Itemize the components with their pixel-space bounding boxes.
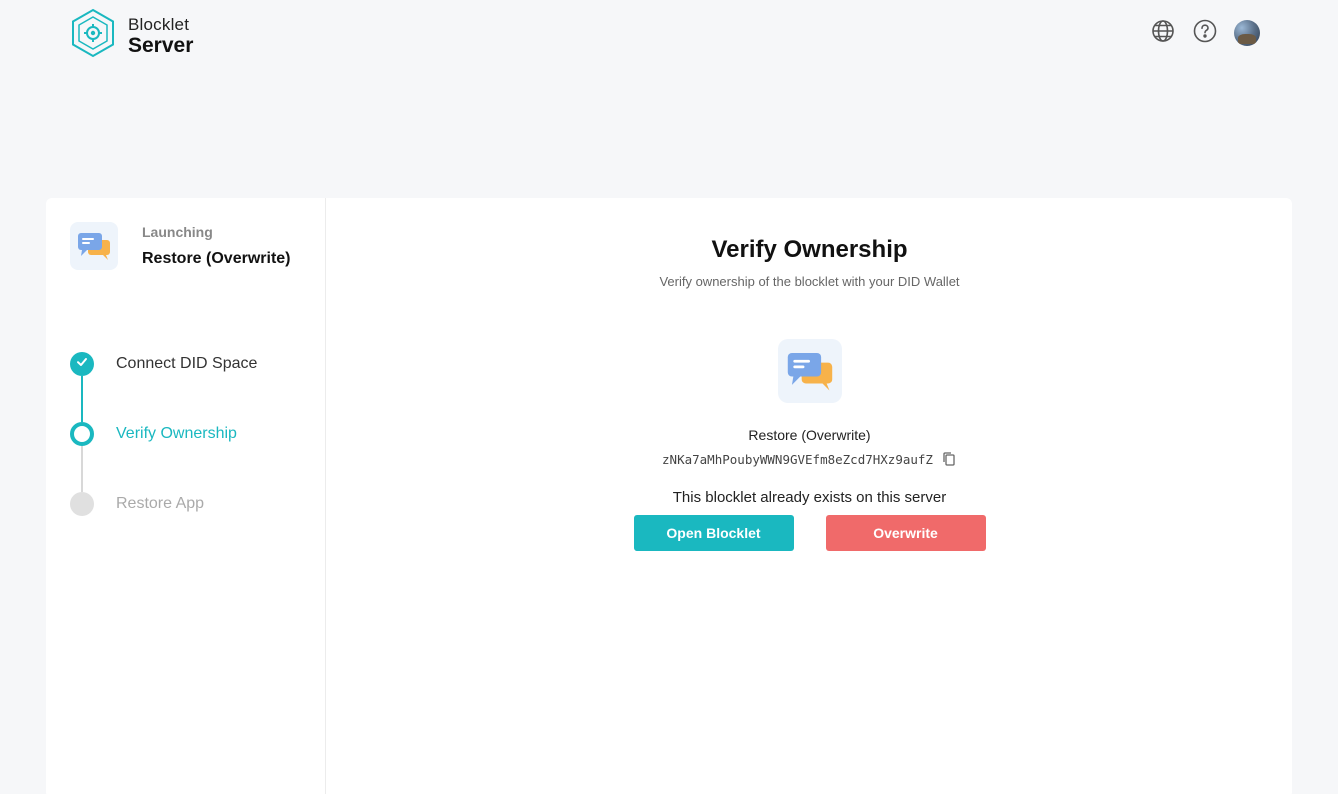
- logo-line2: Server: [128, 33, 194, 57]
- overwrite-button[interactable]: Overwrite: [825, 515, 986, 551]
- copy-icon[interactable]: [941, 451, 957, 467]
- open-blocklet-button[interactable]: Open Blocklet: [633, 515, 794, 551]
- launch-card: Launching Restore (Overwrite) Connect DI…: [46, 198, 1292, 794]
- check-icon: [76, 355, 88, 373]
- blocklet-server-logo-icon: [68, 8, 118, 63]
- step-restore-app: Restore App: [70, 492, 257, 562]
- logo-text: Blocklet Server: [128, 16, 193, 56]
- step-pending-indicator: [70, 492, 94, 516]
- app-header: Launching Restore (Overwrite): [70, 222, 291, 270]
- step-connector: [81, 446, 83, 492]
- app-meta: Launching Restore (Overwrite): [142, 224, 291, 268]
- language-button[interactable]: [1150, 19, 1176, 48]
- step-connector: [81, 376, 83, 422]
- app-icon: [70, 222, 118, 270]
- app-name: Restore (Overwrite): [142, 250, 291, 267]
- page-title: Verify Ownership: [711, 236, 908, 263]
- step-verify-ownership: Verify Ownership: [70, 422, 257, 492]
- header: Blocklet Server: [0, 0, 1338, 68]
- header-actions: [1150, 19, 1260, 48]
- page-subtitle: Verify ownership of the blocklet with yo…: [659, 274, 960, 289]
- help-icon: [1193, 19, 1217, 48]
- step-done-indicator: [70, 352, 94, 376]
- action-buttons: Open Blocklet Overwrite: [327, 515, 1292, 551]
- exists-message: This blocklet already exists on this ser…: [672, 489, 947, 506]
- help-button[interactable]: [1192, 19, 1218, 48]
- step-label: Restore App: [116, 495, 205, 512]
- step-connect-did-space: Connect DID Space: [70, 352, 257, 422]
- steps-sidebar: Launching Restore (Overwrite) Connect DI…: [46, 198, 326, 794]
- step-active-indicator: [70, 422, 94, 446]
- main-content: Verify Ownership Verify ownership of the…: [327, 198, 1292, 794]
- logo-line1: Blocklet: [128, 14, 190, 34]
- launching-label: Launching: [142, 224, 213, 240]
- step-list: Connect DID Space Verify Ownership Resto…: [70, 352, 257, 562]
- step-label: Connect DID Space: [116, 355, 258, 372]
- did-row: zNKa7aMhPoubyWWN9GVEfm8eZcd7HXz9aufZ: [327, 451, 1292, 467]
- blocklet-did: zNKa7aMhPoubyWWN9GVEfm8eZcd7HXz9aufZ: [662, 451, 933, 467]
- blocklet-name: Restore (Overwrite): [748, 427, 871, 443]
- blocklet-icon: [777, 339, 842, 403]
- logo[interactable]: Blocklet Server: [68, 8, 193, 63]
- avatar[interactable]: [1234, 20, 1260, 46]
- step-label: Verify Ownership: [116, 425, 237, 442]
- globe-icon: [1151, 19, 1175, 48]
